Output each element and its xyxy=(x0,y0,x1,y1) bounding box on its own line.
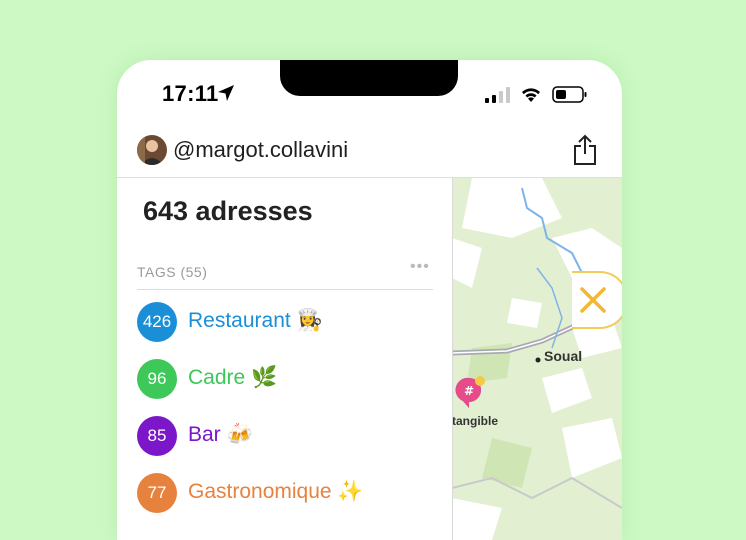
more-options-icon[interactable]: ••• xyxy=(410,258,430,276)
avatar[interactable] xyxy=(137,135,167,165)
tag-label: Cadre 🌿 xyxy=(188,366,278,389)
cellular-signal-icon xyxy=(485,87,510,103)
share-icon[interactable] xyxy=(572,134,598,166)
map-terrain xyxy=(452,178,622,540)
tag-item-gastronomique[interactable]: 77 Gastronomique ✨ xyxy=(137,473,427,513)
tag-count-badge: 77 xyxy=(137,473,177,513)
tag-item-bar[interactable]: 85 Bar 🍻 xyxy=(137,416,427,456)
tag-item-cadre[interactable]: 96 Cadre 🌿 xyxy=(137,359,427,399)
tag-label: Gastronomique ✨ xyxy=(188,480,364,503)
battery-icon xyxy=(552,86,587,103)
map-place-label: Soual xyxy=(544,348,583,364)
close-icon xyxy=(580,287,606,313)
map-pin-label: tangible xyxy=(452,414,499,428)
tag-count-badge: 426 xyxy=(137,302,177,342)
status-time: 17:11 xyxy=(162,81,219,106)
tag-count-badge: 85 xyxy=(137,416,177,456)
map-pin-icon[interactable]: # xyxy=(454,374,490,410)
close-panel-button[interactable] xyxy=(572,271,622,329)
location-arrow-icon xyxy=(218,85,234,101)
tags-divider xyxy=(137,289,433,290)
profile-header: @margot.collavini xyxy=(117,122,622,178)
map-view[interactable]: Soual # tangible xyxy=(452,178,622,540)
username: @margot.collavini xyxy=(173,137,349,162)
phone-notch xyxy=(280,60,458,96)
tags-heading: TAGS (55) xyxy=(137,264,208,280)
tag-label: Restaurant 👩‍🍳 xyxy=(188,309,323,332)
wifi-icon xyxy=(522,88,540,102)
tag-label: Bar 🍻 xyxy=(188,423,253,446)
svg-text:#: # xyxy=(464,384,474,398)
tags-panel: 643 adresses TAGS (55) ••• 426 Restauran… xyxy=(117,178,453,540)
tag-count-badge: 96 xyxy=(137,359,177,399)
address-count: 643 adresses xyxy=(143,196,313,226)
tag-item-restaurant[interactable]: 426 Restaurant 👩‍🍳 xyxy=(137,302,427,342)
phone-frame: 17:11 @margot.collavini Soual # tangible… xyxy=(117,60,622,540)
